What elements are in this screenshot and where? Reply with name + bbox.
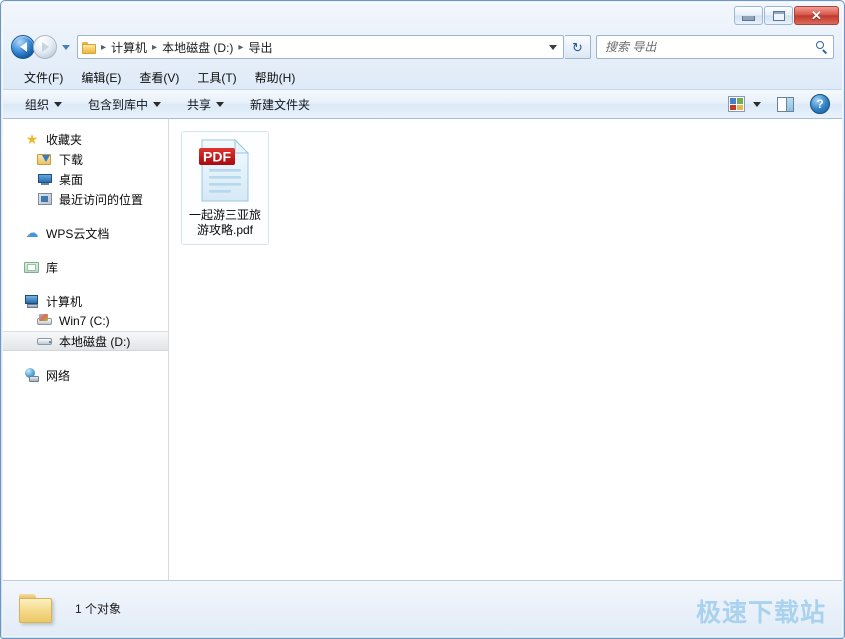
- refresh-icon: ↻: [572, 39, 583, 55]
- new-folder-label: 新建文件夹: [250, 97, 311, 112]
- minimize-icon: [742, 15, 755, 21]
- cloud-icon: ☁: [25, 225, 39, 240]
- pdf-file-icon: PDF: [198, 138, 253, 204]
- chevron-down-icon: [153, 101, 162, 107]
- breadcrumb-separator[interactable]: ▸: [99, 42, 108, 53]
- change-view-icon[interactable]: [728, 96, 745, 112]
- status-bar: 1 个对象 极速下载站: [3, 580, 842, 636]
- view-chevron-down-icon[interactable]: [753, 101, 761, 107]
- back-button[interactable]: [11, 35, 35, 59]
- forward-button[interactable]: [33, 35, 57, 59]
- address-dropdown-icon[interactable]: [544, 37, 561, 57]
- refresh-button[interactable]: ↻: [565, 35, 591, 59]
- new-folder-button[interactable]: 新建文件夹: [242, 92, 318, 117]
- organize-label: 组织: [25, 97, 50, 112]
- command-toolbar: 组织 包含到库中 共享 新建文件夹 ?: [3, 89, 842, 119]
- drive-icon: [37, 333, 53, 349]
- body-area: ★ 收藏夹 下载 桌面 最近访问的位置 ☁ WPS云文档 库 计算机 Win7 …: [3, 119, 842, 580]
- sidebar-item-recent-places[interactable]: 最近访问的位置: [3, 189, 168, 209]
- folder-icon: [17, 592, 57, 626]
- folder-icon: [82, 41, 97, 54]
- sidebar-item-label: 最近访问的位置: [59, 192, 144, 207]
- minimize-button[interactable]: [734, 6, 763, 25]
- preview-pane-icon[interactable]: [777, 96, 794, 112]
- sidebar-item-network[interactable]: 网络: [3, 365, 168, 385]
- navigation-pane[interactable]: ★ 收藏夹 下载 桌面 最近访问的位置 ☁ WPS云文档 库 计算机 Win7 …: [3, 119, 169, 580]
- history-dropdown-icon[interactable]: [62, 44, 70, 50]
- sidebar-item-label: 本地磁盘 (D:): [59, 334, 131, 349]
- download-folder-icon: [37, 151, 53, 167]
- sidebar-item-label: 桌面: [59, 172, 84, 187]
- menu-bar: 文件(F) 编辑(E) 查看(V) 工具(T) 帮助(H): [2, 66, 843, 89]
- include-in-library-button[interactable]: 包含到库中: [80, 92, 169, 117]
- desktop-icon: [37, 171, 53, 187]
- svg-text:PDF: PDF: [203, 149, 231, 165]
- breadcrumb-item-local-disk-d[interactable]: 本地磁盘 (D:): [159, 37, 236, 58]
- sidebar-item-desktop[interactable]: 桌面: [3, 169, 168, 189]
- sidebar-item-computer[interactable]: 计算机: [3, 291, 168, 311]
- sidebar-item-libraries[interactable]: 库: [3, 257, 168, 277]
- close-button[interactable]: ✕: [794, 6, 839, 25]
- menu-item-view[interactable]: 查看(V): [130, 67, 188, 88]
- maximize-icon: [772, 10, 785, 21]
- sidebar-item-wps-cloud[interactable]: ☁ WPS云文档: [3, 223, 168, 243]
- organize-button[interactable]: 组织: [17, 92, 70, 117]
- navigation-buttons: [11, 35, 70, 59]
- network-icon: [24, 367, 40, 383]
- menu-item-file[interactable]: 文件(F): [15, 67, 72, 88]
- close-icon: ✕: [811, 8, 822, 23]
- sidebar-item-downloads[interactable]: 下载: [3, 149, 168, 169]
- share-button[interactable]: 共享: [179, 92, 232, 117]
- sidebar-item-label: 库: [46, 260, 59, 275]
- arrow-left-icon: [19, 42, 27, 52]
- menu-item-tools[interactable]: 工具(T): [188, 67, 245, 88]
- breadcrumb-separator[interactable]: ▸: [150, 42, 159, 53]
- maximize-button[interactable]: [764, 6, 793, 25]
- windows-drive-icon: [37, 313, 53, 329]
- explorer-window: ✕ ▸ 计算机 ▸ 本地磁盘 (D:) ▸ 导出 ↻ 搜索 导出 文件(F) 编…: [0, 0, 845, 639]
- share-label: 共享: [187, 97, 212, 112]
- window-controls: ✕: [734, 6, 839, 25]
- address-bar[interactable]: ▸ 计算机 ▸ 本地磁盘 (D:) ▸ 导出: [77, 35, 564, 59]
- file-list-pane[interactable]: PDF 一起游三亚旅游攻略.pdf: [169, 119, 842, 580]
- help-icon[interactable]: ?: [810, 94, 830, 114]
- address-row: ▸ 计算机 ▸ 本地磁盘 (D:) ▸ 导出 ↻: [2, 30, 843, 66]
- title-bar[interactable]: ✕: [2, 2, 843, 30]
- sidebar-item-label: 网络: [46, 368, 71, 383]
- toolbar-right-group: ?: [728, 94, 842, 114]
- file-name-label: 一起游三亚旅游攻略.pdf: [188, 208, 261, 237]
- computer-icon: [24, 293, 40, 309]
- recent-places-icon: [37, 191, 53, 207]
- watermark-text: 极速下载站: [695, 598, 826, 627]
- search-input[interactable]: [605, 40, 812, 54]
- breadcrumb-item-computer[interactable]: 计算机: [108, 37, 150, 58]
- sidebar-item-label: 收藏夹: [46, 132, 83, 147]
- library-icon: [24, 259, 40, 275]
- file-item[interactable]: PDF 一起游三亚旅游攻略.pdf: [181, 131, 269, 245]
- breadcrumb-item-export[interactable]: 导出: [245, 37, 275, 58]
- sidebar-item-favorites[interactable]: ★ 收藏夹: [3, 129, 168, 149]
- breadcrumb-separator[interactable]: ▸: [236, 42, 245, 53]
- menu-item-edit[interactable]: 编辑(E): [72, 67, 130, 88]
- chevron-down-icon: [216, 101, 225, 107]
- sidebar-item-local-disk-d[interactable]: 本地磁盘 (D:): [3, 331, 168, 351]
- arrow-right-icon: [41, 42, 49, 52]
- status-text: 1 个对象: [75, 602, 122, 616]
- sidebar-item-label: Win7 (C:): [59, 314, 110, 328]
- sidebar-item-win7-c[interactable]: Win7 (C:): [3, 311, 168, 331]
- include-in-library-label: 包含到库中: [88, 97, 149, 112]
- window-frame-inner: ✕ ▸ 计算机 ▸ 本地磁盘 (D:) ▸ 导出 ↻ 搜索 导出 文件(F) 编…: [2, 2, 843, 637]
- star-icon: ★: [25, 131, 39, 147]
- search-box[interactable]: [596, 35, 834, 59]
- sidebar-item-label: 计算机: [46, 294, 83, 309]
- sidebar-item-label: WPS云文档: [46, 226, 110, 241]
- sidebar-item-label: 下载: [59, 152, 84, 167]
- menu-item-help[interactable]: 帮助(H): [246, 67, 305, 88]
- search-icon[interactable]: [816, 40, 829, 54]
- chevron-down-icon: [54, 101, 63, 107]
